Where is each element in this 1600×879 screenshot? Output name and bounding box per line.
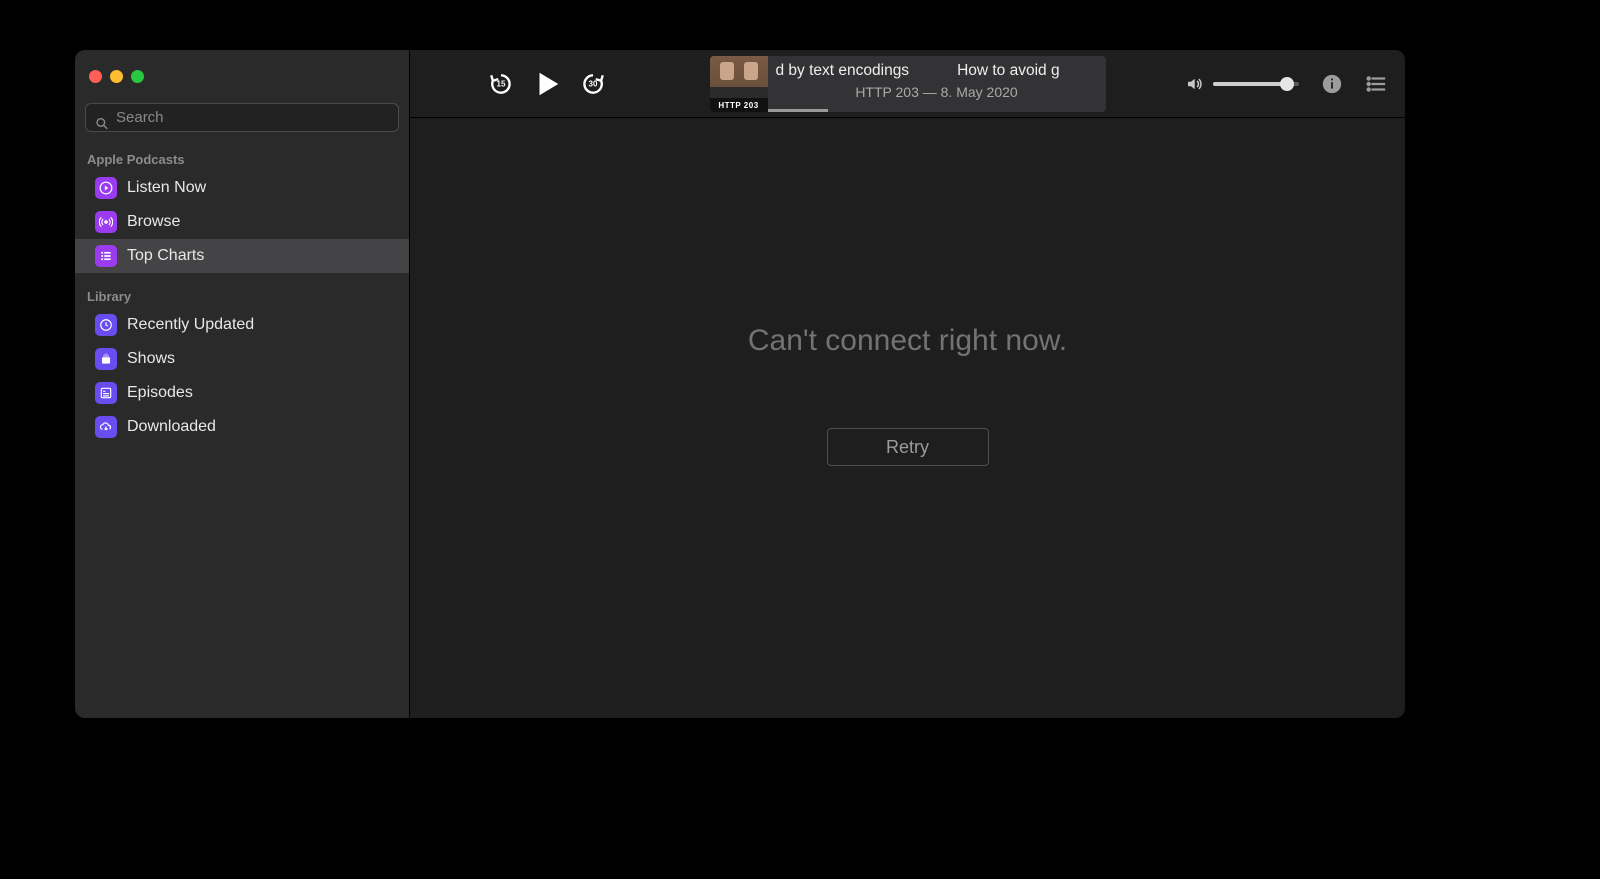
window-controls: [75, 64, 409, 103]
now-playing-title-left: d by text encodings: [776, 62, 910, 80]
artwork-badge: HTTP 203: [710, 98, 768, 112]
play-circle-icon: [95, 177, 117, 199]
skip-back-button[interactable]: 15: [488, 71, 514, 97]
volume-icon: [1185, 75, 1203, 93]
retry-button[interactable]: Retry: [827, 428, 989, 466]
sidebar-item-browse[interactable]: Browse: [75, 205, 409, 239]
list-icon: [95, 245, 117, 267]
now-playing-artwork: HTTP 203: [710, 56, 768, 112]
sidebar-section-label: Library: [75, 283, 409, 308]
volume-slider[interactable]: [1213, 82, 1299, 86]
sidebar-item-downloaded[interactable]: Downloaded: [75, 410, 409, 444]
now-playing-text: d by text encodings How to avoid g HTTP …: [768, 56, 1106, 112]
queue-list-icon[interactable]: [1365, 73, 1387, 95]
now-playing-progress[interactable]: [768, 109, 829, 112]
main-area: 15 30 HTTP 203: [410, 50, 1405, 718]
sidebar: Apple Podcasts Listen Now Browse: [75, 50, 410, 718]
sidebar-item-top-charts[interactable]: Top Charts: [75, 239, 409, 273]
now-playing-title-right: How to avoid g: [957, 62, 1060, 80]
close-window-button[interactable]: [89, 70, 102, 83]
now-playing-panel[interactable]: HTTP 203 d by text encodings How to avoi…: [710, 56, 1106, 112]
skip-back-seconds: 15: [497, 80, 506, 89]
sidebar-item-label: Shows: [127, 350, 175, 368]
minimize-window-button[interactable]: [110, 70, 123, 83]
app-window: Apple Podcasts Listen Now Browse: [75, 50, 1405, 718]
sidebar-item-label: Episodes: [127, 384, 193, 402]
doclist-icon: [95, 382, 117, 404]
volume-control[interactable]: [1185, 75, 1299, 93]
toolbar: 15 30 HTTP 203: [410, 50, 1405, 118]
sidebar-item-episodes[interactable]: Episodes: [75, 376, 409, 410]
sidebar-item-label: Downloaded: [127, 418, 216, 436]
sidebar-item-shows[interactable]: Shows: [75, 342, 409, 376]
broadcast-icon: [95, 211, 117, 233]
search-input[interactable]: [85, 103, 399, 132]
clock-icon: [95, 314, 117, 336]
playback-controls: 15 30: [488, 69, 606, 99]
error-message: Can't connect right now.: [748, 324, 1067, 358]
content-area: Can't connect right now. Retry: [410, 118, 1405, 718]
cloud-down-icon: [95, 416, 117, 438]
sidebar-item-label: Top Charts: [127, 247, 204, 265]
now-playing-subtitle: HTTP 203 — 8. May 2020: [768, 84, 1106, 100]
info-icon[interactable]: [1321, 73, 1343, 95]
search-field-wrap: [75, 103, 409, 146]
sidebar-item-listen-now[interactable]: Listen Now: [75, 171, 409, 205]
sidebar-section-label: Apple Podcasts: [75, 146, 409, 171]
stack-icon: [95, 348, 117, 370]
sidebar-item-recently-updated[interactable]: Recently Updated: [75, 308, 409, 342]
sidebar-item-label: Listen Now: [127, 179, 206, 197]
sidebar-item-label: Recently Updated: [127, 316, 254, 334]
sidebar-item-label: Browse: [127, 213, 180, 231]
play-button[interactable]: [532, 69, 562, 99]
skip-forward-button[interactable]: 30: [580, 71, 606, 97]
zoom-window-button[interactable]: [131, 70, 144, 83]
skip-forward-seconds: 30: [589, 80, 598, 89]
